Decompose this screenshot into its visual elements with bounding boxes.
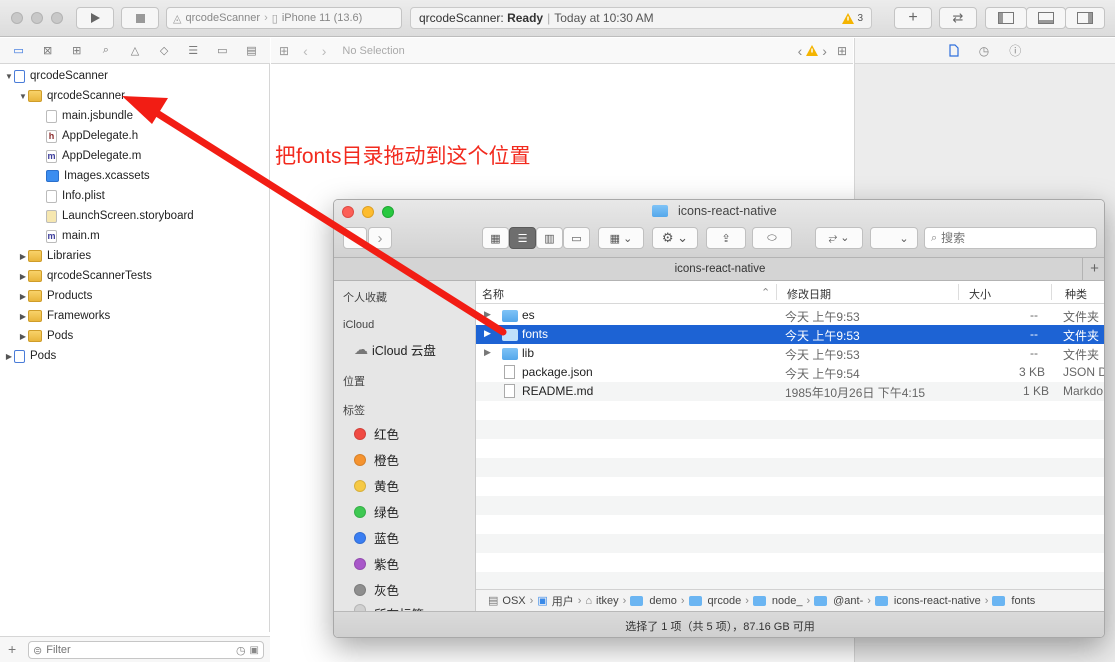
drag-arrow — [122, 96, 507, 336]
